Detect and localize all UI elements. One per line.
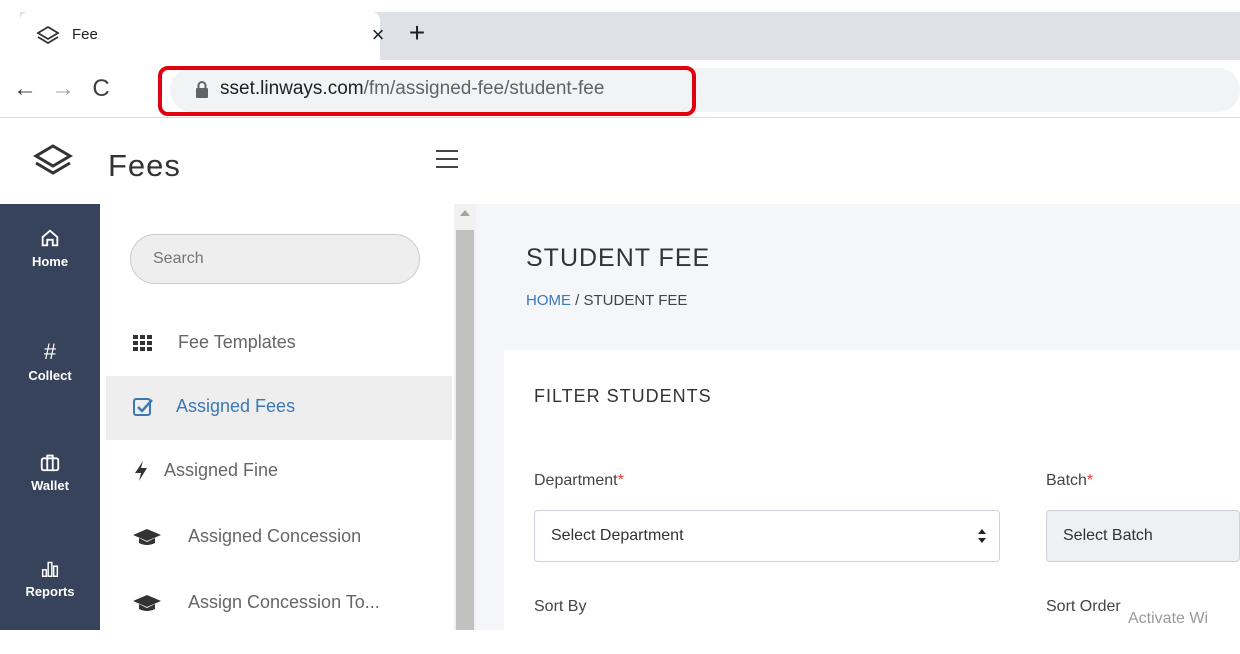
department-label: Department* [534,472,624,490]
grid-icon [132,332,154,354]
layers-icon [36,25,60,45]
breadcrumb: HOME / STUDENT FEE [526,292,687,309]
rail-label-reports: Reports [25,584,75,599]
page-title: STUDENT FEE [526,244,711,272]
graduation-cap-icon [132,592,162,614]
search-input[interactable] [130,234,420,284]
checkbox-icon [132,396,154,418]
breadcrumb-separator: / [575,292,580,309]
address-bar: ← → C sset.linways.com/fm/assigned-fee/s… [0,60,1240,118]
required-mark: * [1086,472,1094,489]
sort-by-label: Sort By [534,598,587,615]
sidebar-item-assigned-concession[interactable]: Assigned Concession [106,506,452,570]
app-title: Fees [108,148,181,183]
department-select-value: Select Department [551,527,684,544]
sidebar-item-assigned-fine[interactable]: Assigned Fine [106,440,452,504]
sidebar-item-label: Assigned Fees [176,396,296,416]
graduation-cap-icon [132,526,162,548]
rail-label-collect: Collect [28,368,72,383]
sidebar-scrollbar[interactable] [454,204,476,630]
tab-title: Fee [72,26,98,43]
rail-item-reports[interactable]: Reports [0,554,100,654]
logo-icon [33,144,73,175]
new-tab-button[interactable]: + [402,18,432,48]
rail-label-wallet: Wallet [31,478,69,493]
sidebar-item-assigned-fees[interactable]: Assigned Fees [106,376,452,440]
icon-rail: Home # Collect Wallet Reports [0,204,100,630]
batch-select[interactable]: Select Batch [1046,510,1240,562]
filter-title: FILTER STUDENTS [534,386,712,406]
sidebar-item-fee-templates[interactable]: Fee Templates [106,312,452,376]
sort-order-label: Sort Order [1046,598,1121,615]
back-arrow-icon[interactable]: ← [10,74,40,104]
batch-label-text: Batch [1046,472,1087,489]
sidebar-item-label: Assigned Concession [188,526,362,546]
tab-close-icon[interactable]: × [365,22,391,48]
scroll-up-arrow-icon[interactable] [460,210,470,216]
breadcrumb-home-link[interactable]: HOME [526,292,571,309]
activate-windows-watermark: Activate Wi [1128,610,1209,627]
bolt-icon [130,460,152,482]
hamburger-menu-icon[interactable] [436,150,458,168]
browser-tab-bar: Fee × + [0,0,1240,64]
sidebar-item-label: Assign Concession To... [188,592,380,612]
bar-chart-icon [41,561,59,577]
sidebar: Fee Templates Assigned Fees Assigned Fin… [100,204,454,630]
url-highlight-box [158,66,696,116]
forward-arrow-icon[interactable]: → [48,74,78,104]
scroll-thumb[interactable] [456,230,474,630]
breadcrumb-current: STUDENT FEE [583,292,688,309]
department-label-text: Department [534,472,618,489]
reload-icon[interactable]: C [86,74,116,104]
rail-item-collect[interactable]: # Collect [0,338,100,438]
batch-select-value: Select Batch [1063,527,1153,544]
browser-tab[interactable]: Fee × [20,12,384,60]
home-icon [41,229,59,247]
wallet-icon [40,454,60,472]
app-header [0,119,1240,204]
hash-icon: # [43,339,57,364]
rail-item-home[interactable]: Home [0,224,100,324]
rail-item-wallet[interactable]: Wallet [0,448,100,548]
batch-label: Batch* [1046,472,1093,490]
rail-label-home: Home [31,254,69,269]
sidebar-item-label: Assigned Fine [164,460,279,480]
department-select[interactable]: Select Department [534,510,1000,562]
select-arrows-icon [978,529,986,543]
sidebar-item-assign-concession-to[interactable]: Assign Concession To... [106,572,452,636]
required-mark: * [617,472,624,489]
sidebar-item-label: Fee Templates [178,332,296,352]
